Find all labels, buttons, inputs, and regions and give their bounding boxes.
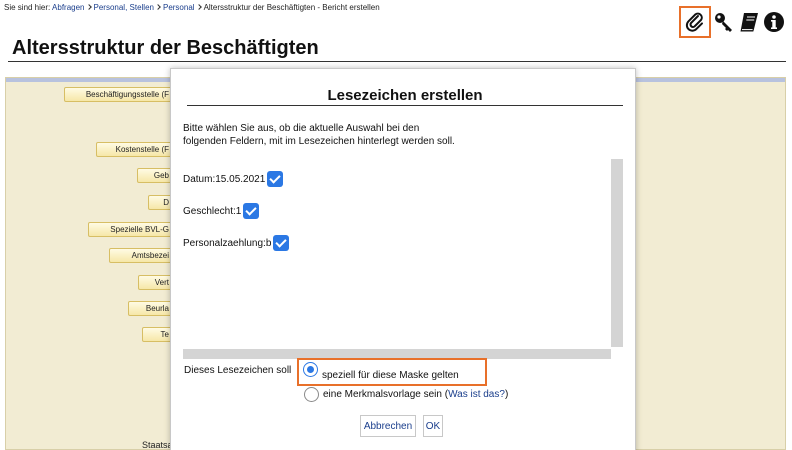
scope-template-label: eine Merkmalsvorlage sein (Was ist das?) [323, 389, 508, 400]
intro-line-1: Bitte wählen Sie aus, ob die aktuelle Au… [183, 123, 420, 134]
scope-mask-radio[interactable] [303, 361, 318, 377]
geschlecht-checkbox[interactable] [243, 203, 260, 219]
field-label: Datum:15.05.2021 [183, 173, 266, 185]
background-label-staatsangehoerigkeit: Staatsa [142, 440, 173, 450]
bookmark-button[interactable] [679, 6, 711, 38]
field-tab-beschaeftigungsstelle[interactable]: Beschäftigungsstelle (F [64, 87, 174, 102]
paperclip-icon [685, 12, 703, 32]
scope-template-text: eine Merkmalsvorlage sein ( [323, 389, 449, 400]
page-title: Altersstruktur der Beschäftigten [12, 37, 319, 59]
field-option-personalzaehlung: Personalzaehlung:b [183, 235, 290, 251]
dialog-title: Lesezeichen erstellen [327, 87, 483, 104]
intro-line-2: folgenden Feldern, mit im Lesezeichen hi… [183, 136, 455, 147]
bookmark-scope-label: Dieses Lesezeichen soll [184, 365, 292, 376]
chevron-right-icon [155, 4, 161, 10]
field-option-datum: Datum:15.05.2021 [183, 171, 284, 187]
info-icon [764, 12, 784, 32]
field-tab-amtsbezeichnung[interactable]: Amtsbezei [109, 248, 174, 263]
key-icon [715, 13, 732, 32]
field-label: Geschlecht:1 [183, 205, 242, 217]
field-option-geschlecht: Geschlecht:1 [183, 203, 260, 219]
book-icon [740, 13, 758, 32]
field-tab-kostenstelle[interactable]: Kostenstelle (F [96, 142, 174, 157]
breadcrumb-link-personal[interactable]: Personal [163, 3, 195, 12]
breadcrumb-prefix: Sie sind hier: [4, 3, 51, 12]
field-tab-vertrag[interactable]: Vert [138, 275, 174, 290]
scope-template-text-end: ) [504, 389, 509, 400]
field-selection-list: Datum:15.05.2021 Geschlecht:1 Personalza… [183, 159, 623, 359]
ok-button[interactable]: OK [423, 415, 443, 437]
vertical-scrollbar[interactable] [611, 159, 623, 347]
dialog-intro-text: Bitte wählen Sie aus, ob die aktuelle Au… [183, 122, 503, 148]
chevron-right-icon [85, 4, 92, 10]
datum-checkbox[interactable] [267, 171, 284, 187]
title-divider [8, 61, 786, 62]
dialog-title-divider [187, 105, 623, 106]
key-button[interactable] [712, 10, 736, 34]
breadcrumb-link-personal-stellen[interactable]: Personal, Stellen [94, 3, 154, 12]
scope-option-mask[interactable]: speziell für diese Maske gelten [297, 358, 487, 386]
scope-mask-label: speziell für diese Maske gelten [322, 369, 459, 381]
create-bookmark-dialog: Lesezeichen erstellen Bitte wählen Sie a… [170, 68, 636, 450]
field-label: Personalzaehlung:b [183, 237, 272, 249]
scope-template-radio[interactable] [304, 387, 319, 402]
breadcrumb-current: Altersstruktur der Beschäftigten - Beric… [203, 3, 380, 12]
personalzaehlung-checkbox[interactable] [273, 235, 290, 251]
horizontal-scrollbar[interactable] [183, 349, 611, 359]
field-tab-spezielle-bvl[interactable]: Spezielle BVL-G [88, 222, 174, 237]
toolbar [679, 6, 786, 38]
info-button[interactable] [762, 10, 786, 34]
handbook-button[interactable] [737, 10, 761, 34]
chevron-right-icon [195, 4, 202, 10]
field-tab-geburtsdatum[interactable]: Geb [137, 168, 174, 183]
what-is-this-link[interactable]: Was ist das? [448, 389, 505, 400]
scope-option-template[interactable]: eine Merkmalsvorlage sein (Was ist das?) [304, 387, 508, 402]
cancel-button[interactable]: Abbrechen [360, 415, 416, 437]
breadcrumb: Sie sind hier: Abfragen Personal, Stellen… [4, 3, 380, 12]
field-tab-beurlaubung[interactable]: Beurla [128, 301, 174, 316]
breadcrumb-link-abfragen[interactable]: Abfragen [52, 3, 84, 12]
